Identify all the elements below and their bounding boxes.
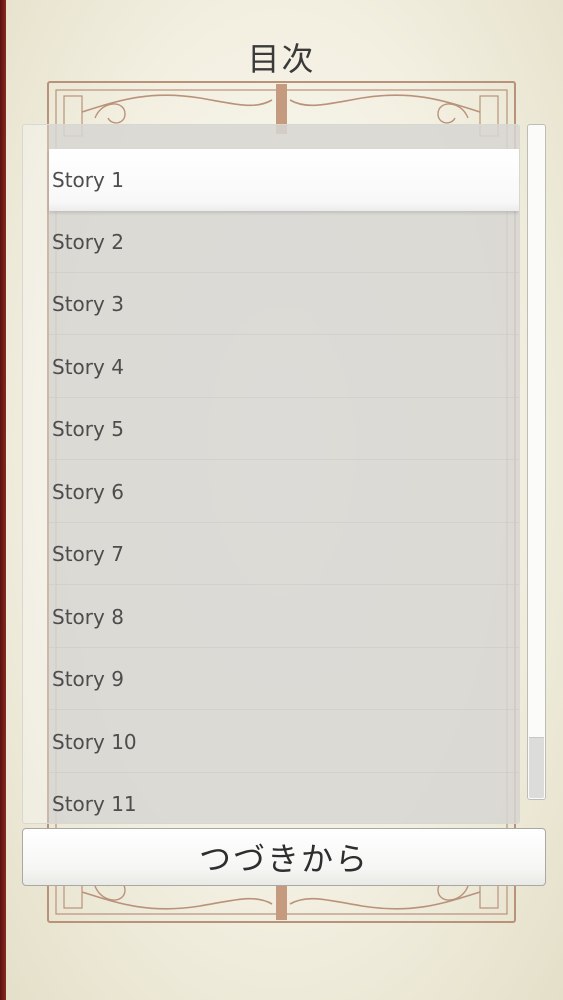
list-item-story-7[interactable]: Story 7	[49, 523, 519, 585]
scrollbar-thumb[interactable]	[529, 737, 544, 798]
list-item-label: Story 6	[52, 479, 124, 504]
list-item-story-5[interactable]: Story 5	[49, 398, 519, 460]
list-item-label: Story 7	[52, 541, 124, 566]
list-item-story-9[interactable]: Story 9	[49, 648, 519, 710]
list-item-label: Story 10	[52, 729, 137, 754]
page-title: 目次	[247, 40, 316, 78]
list-item-story-1[interactable]: Story 1	[49, 149, 519, 211]
list-item-label: Story 3	[52, 291, 124, 316]
list-item-story-6[interactable]: Story 6	[49, 461, 519, 523]
list-item-label: Story 5	[52, 416, 124, 441]
list-item-story-2[interactable]: Story 2	[49, 211, 519, 273]
list-item-label: Story 9	[52, 666, 124, 691]
list-item-story-3[interactable]: Story 3	[49, 273, 519, 335]
list-item-label: Story 11	[52, 791, 137, 816]
table-of-contents-list[interactable]: Story 1 Story 2 Story 3 Story 4 Story 5 …	[22, 124, 520, 824]
list-item-label: Story 4	[52, 354, 124, 379]
list-item-story-8[interactable]: Story 8	[49, 586, 519, 648]
list-item-label: Story 1	[52, 168, 124, 192]
list-item-story-11[interactable]: Story 11	[49, 773, 519, 823]
list-item-label: Story 8	[52, 604, 124, 629]
continue-button[interactable]: つづきから	[22, 828, 546, 886]
list-item-story-10[interactable]: Story 10	[49, 711, 519, 773]
scrollbar[interactable]	[527, 124, 546, 800]
list-item-label: Story 2	[52, 229, 124, 254]
list-item-story-4[interactable]: Story 4	[49, 336, 519, 398]
